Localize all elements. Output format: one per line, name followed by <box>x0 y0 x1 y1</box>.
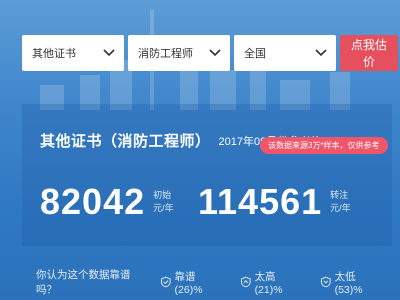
salary-result-card: 其他证书（消防工程师） 2017年09月份参考价 该数据来源3万*样本，仅供参考… <box>22 104 392 246</box>
shield-icon <box>320 276 331 288</box>
senior-salary: 114561 转注 元/年 <box>198 184 351 220</box>
filter-bar: 其他证书 消防工程师 全国 点我估价 <box>22 35 398 71</box>
poll-option-label: 太高(21)% <box>254 270 283 296</box>
entry-salary-amount: 82042 <box>40 181 146 222</box>
shield-icon <box>160 276 171 288</box>
chevron-down-icon <box>315 49 327 57</box>
poll-option-too-low[interactable]: 太低(53)% <box>320 269 382 296</box>
poll-option-label: 太低(53)% <box>334 270 363 296</box>
salary-estimator-page: 其他证书 消防工程师 全国 点我估价 其他证书（消防工程师） 2017年09月份… <box>0 0 400 300</box>
senior-salary-amount: 114561 <box>198 181 323 222</box>
reliability-poll: 你认为这个数据靠谱吗？ 靠谱(26)% 太高(21)% 太低(53)% <box>36 267 400 297</box>
estimate-button[interactable]: 点我估价 <box>340 35 398 71</box>
data-source-note: 该数据来源3万*样本，仅供参考 <box>260 137 388 154</box>
entry-salary-unit: 元/年 <box>153 203 174 213</box>
certificate-select[interactable]: 消防工程师 <box>128 35 230 71</box>
category-select[interactable]: 其他证书 <box>22 35 124 71</box>
entry-salary: 82042 初始 元/年 <box>40 184 174 220</box>
poll-option-label: 靠谱(26)% <box>174 270 203 296</box>
chevron-down-icon <box>103 49 115 57</box>
senior-salary-label: 转注 <box>330 190 349 200</box>
certificate-select-value: 消防工程师 <box>138 48 193 60</box>
chevron-down-icon <box>209 49 221 57</box>
certificate-title: 其他证书（消防工程师） <box>40 133 211 150</box>
category-select-value: 其他证书 <box>32 48 76 60</box>
senior-salary-unit: 元/年 <box>330 203 351 213</box>
region-select-value: 全国 <box>244 48 266 60</box>
entry-salary-label: 初始 <box>153 190 172 200</box>
poll-option-too-high[interactable]: 太高(21)% <box>240 269 302 296</box>
region-select[interactable]: 全国 <box>234 35 336 71</box>
poll-option-reliable[interactable]: 靠谱(26)% <box>160 269 222 296</box>
shield-icon <box>240 276 251 288</box>
poll-question: 你认为这个数据靠谱吗？ <box>36 269 131 296</box>
